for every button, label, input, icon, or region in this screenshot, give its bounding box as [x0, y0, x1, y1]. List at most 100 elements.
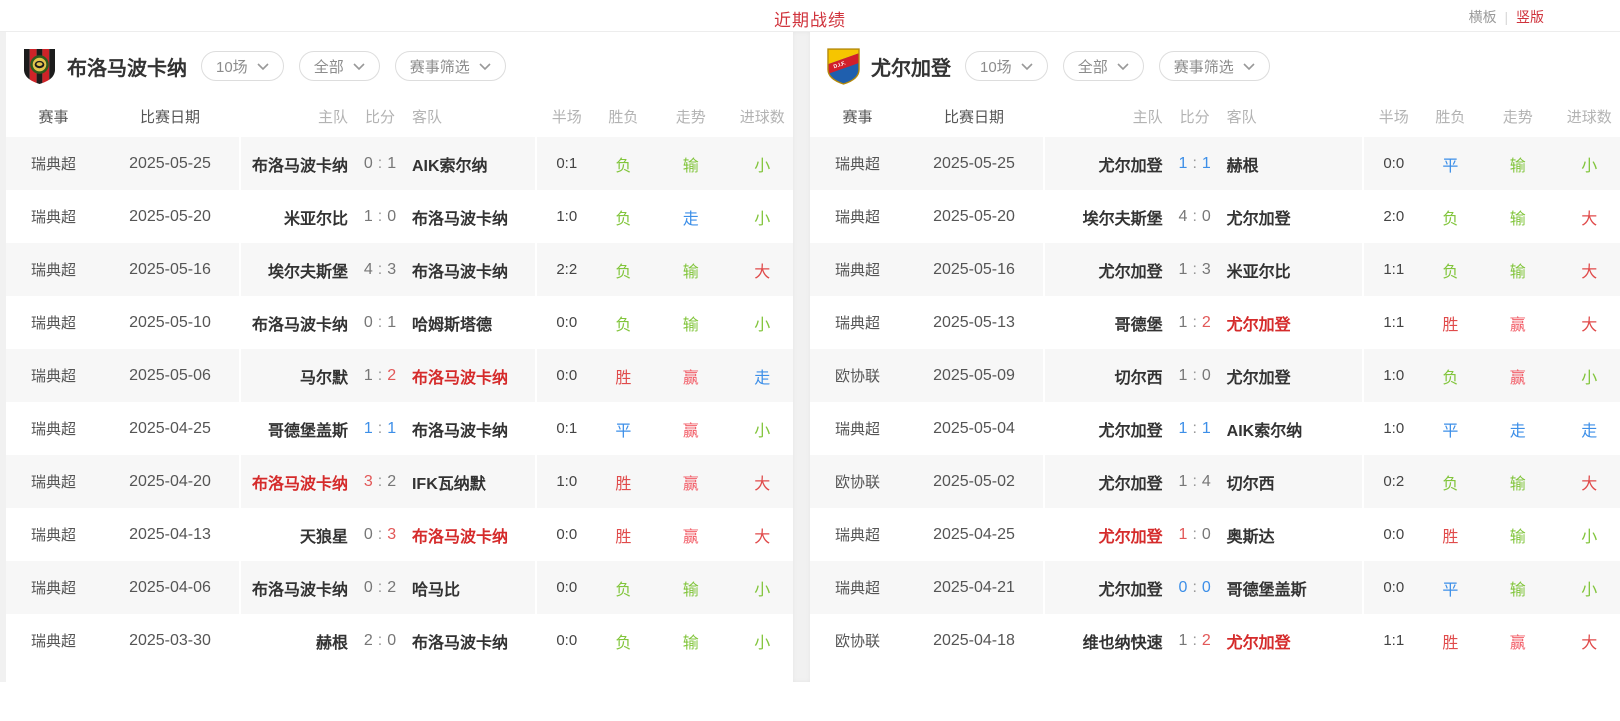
col-half: 半场	[1364, 106, 1424, 127]
score-colon: :	[378, 314, 382, 331]
match-row[interactable]: 瑞典超 2025-05-10 布洛马波卡纳 0:1 哈姆斯塔德 0:0 负 输 …	[6, 296, 793, 349]
match-row[interactable]: 瑞典超 2025-04-06 布洛马波卡纳 0:2 哈马比 0:0 负 输 小	[6, 561, 793, 614]
match-row[interactable]: 欧协联 2025-05-02 尤尔加登 1:4 切尔西 0:2 负 输 大	[810, 455, 1620, 508]
away-goals: 0	[387, 632, 396, 649]
home-team[interactable]: 哥德堡盖斯	[241, 417, 348, 441]
match-row[interactable]: 欧协联 2025-04-18 维也纳快速 1:2 尤尔加登 1:1 胜 赢 大	[810, 614, 1620, 667]
away-team[interactable]: 布洛马波卡纳	[412, 523, 535, 547]
home-team[interactable]: 布洛马波卡纳	[241, 470, 348, 494]
goals-over-under-badge: 走	[731, 364, 793, 388]
match-row[interactable]: 瑞典超 2025-05-20 米亚尔比 1:0 布洛马波卡纳 1:0 负 走 小	[6, 190, 793, 243]
final-score: 4:3	[348, 261, 412, 279]
match-row[interactable]: 瑞典超 2025-05-16 埃尔夫斯堡 4:3 布洛马波卡纳 2:2 负 输 …	[6, 243, 793, 296]
away-team[interactable]: 布洛马波卡纳	[412, 364, 535, 388]
home-team[interactable]: 尤尔加登	[1045, 470, 1163, 494]
match-row[interactable]: 瑞典超 2025-04-25 哥德堡盖斯 1:1 布洛马波卡纳 0:1 平 赢 …	[6, 402, 793, 455]
half-time-score: 1:1	[1364, 632, 1424, 649]
match-row[interactable]: 瑞典超 2025-05-16 尤尔加登 1:3 米亚尔比 1:1 负 输 大	[810, 243, 1620, 296]
away-team[interactable]: 切尔西	[1227, 470, 1362, 494]
away-goals: 0	[1202, 367, 1211, 384]
home-team[interactable]: 布洛马波卡纳	[241, 576, 348, 600]
half-time-score: 0:0	[537, 367, 597, 384]
match-row[interactable]: 瑞典超 2025-04-20 布洛马波卡纳 3:2 IFK瓦纳默 1:0 胜 赢…	[6, 455, 793, 508]
match-row[interactable]: 欧协联 2025-05-09 切尔西 1:0 尤尔加登 1:0 负 赢 小	[810, 349, 1620, 402]
away-team[interactable]: 布洛马波卡纳	[412, 417, 535, 441]
home-team[interactable]: 布洛马波卡纳	[241, 152, 348, 176]
home-team[interactable]: 切尔西	[1045, 364, 1163, 388]
away-goals: 3	[387, 261, 396, 278]
match-row[interactable]: 瑞典超 2025-05-13 哥德堡 1:2 尤尔加登 1:1 胜 赢 大	[810, 296, 1620, 349]
away-team[interactable]: 尤尔加登	[1227, 364, 1362, 388]
away-team[interactable]: 布洛马波卡纳	[412, 205, 535, 229]
match-count-dropdown[interactable]: 10场	[965, 51, 1048, 81]
home-team[interactable]: 埃尔夫斯堡	[241, 258, 348, 282]
score-colon: :	[1192, 473, 1196, 490]
goals-over-under-badge: 大	[1558, 629, 1620, 653]
score-colon: :	[1192, 420, 1196, 437]
home-team[interactable]: 尤尔加登	[1045, 417, 1163, 441]
half-time-score: 1:0	[537, 208, 597, 225]
match-row[interactable]: 瑞典超 2025-05-20 埃尔夫斯堡 4:0 尤尔加登 2:0 负 输 大	[810, 190, 1620, 243]
home-team[interactable]: 尤尔加登	[1045, 576, 1163, 600]
league-name: 瑞典超	[6, 630, 101, 651]
league-name: 瑞典超	[6, 312, 101, 333]
match-date: 2025-04-18	[905, 632, 1043, 650]
home-team[interactable]: 天狼星	[241, 523, 348, 547]
away-team[interactable]: 米亚尔比	[1227, 258, 1362, 282]
venue-filter-dropdown[interactable]: 全部	[1063, 51, 1144, 81]
goals-over-under-badge: 大	[1558, 258, 1620, 282]
score-colon: :	[1192, 314, 1196, 331]
goals-over-under-badge: 小	[731, 417, 793, 441]
final-score: 0:1	[348, 155, 412, 173]
away-team[interactable]: 奥斯达	[1227, 523, 1362, 547]
home-team[interactable]: 尤尔加登	[1045, 152, 1163, 176]
home-team[interactable]: 米亚尔比	[241, 205, 348, 229]
home-team[interactable]: 马尔默	[241, 364, 348, 388]
away-team[interactable]: AIK索尔纳	[1227, 417, 1362, 441]
match-row[interactable]: 瑞典超 2025-05-25 尤尔加登 1:1 赫根 0:0 平 输 小	[810, 137, 1620, 190]
away-team[interactable]: 尤尔加登	[1227, 311, 1362, 335]
home-team[interactable]: 埃尔夫斯堡	[1045, 205, 1163, 229]
home-team[interactable]: 哥德堡	[1045, 311, 1163, 335]
away-team[interactable]: 哈马比	[412, 576, 535, 600]
away-team[interactable]: 赫根	[1227, 152, 1362, 176]
away-team[interactable]: 布洛马波卡纳	[412, 258, 535, 282]
handicap-trend-badge: 赢	[1477, 629, 1558, 653]
match-row[interactable]: 瑞典超 2025-05-06 马尔默 1:2 布洛马波卡纳 0:0 胜 赢 走	[6, 349, 793, 402]
home-team[interactable]: 维也纳快速	[1045, 629, 1163, 653]
home-team[interactable]: 尤尔加登	[1045, 258, 1163, 282]
away-team[interactable]: 哈姆斯塔德	[412, 311, 535, 335]
league-name: 瑞典超	[6, 259, 101, 280]
match-date: 2025-05-02	[905, 473, 1043, 491]
final-score: 0:2	[348, 579, 412, 597]
competition-filter-dropdown[interactable]: 赛事筛选	[1159, 51, 1270, 81]
horizontal-view-link[interactable]: 横板	[1469, 9, 1497, 25]
away-team[interactable]: 布洛马波卡纳	[412, 629, 535, 653]
goals-over-under-badge: 大	[731, 523, 793, 547]
venue-filter-dropdown[interactable]: 全部	[299, 51, 380, 81]
competition-filter-dropdown[interactable]: 赛事筛选	[395, 51, 506, 81]
match-count-dropdown[interactable]: 10场	[201, 51, 284, 81]
away-team[interactable]: 尤尔加登	[1227, 629, 1362, 653]
match-row[interactable]: 瑞典超 2025-04-21 尤尔加登 0:0 哥德堡盖斯 0:0 平 输 小	[810, 561, 1620, 614]
goals-over-under-badge: 小	[731, 205, 793, 229]
away-goals: 1	[1202, 420, 1211, 437]
league-name: 瑞典超	[810, 577, 905, 598]
win-loss-badge: 胜	[597, 364, 651, 388]
home-team[interactable]: 尤尔加登	[1045, 523, 1163, 547]
match-row[interactable]: 瑞典超 2025-04-13 天狼星 0:3 布洛马波卡纳 0:0 胜 赢 大	[6, 508, 793, 561]
match-row[interactable]: 瑞典超 2025-03-30 赫根 2:0 布洛马波卡纳 0:0 负 输 小	[6, 614, 793, 667]
match-row[interactable]: 瑞典超 2025-05-04 尤尔加登 1:1 AIK索尔纳 1:0 平 走 走	[810, 402, 1620, 455]
panel-header: 布洛马波卡纳 10场 全部 赛事筛选	[6, 45, 793, 87]
match-row[interactable]: 瑞典超 2025-05-25 布洛马波卡纳 0:1 AIK索尔纳 0:1 负 输…	[6, 137, 793, 190]
away-team[interactable]: IFK瓦纳默	[412, 470, 535, 494]
home-team[interactable]: 赫根	[241, 629, 348, 653]
home-team[interactable]: 布洛马波卡纳	[241, 311, 348, 335]
team-name: 布洛马波卡纳	[67, 52, 187, 81]
away-team[interactable]: AIK索尔纳	[412, 152, 535, 176]
vertical-view-link[interactable]: 竖版	[1516, 9, 1544, 25]
match-row[interactable]: 瑞典超 2025-04-25 尤尔加登 1:0 奥斯达 0:0 胜 输 小	[810, 508, 1620, 561]
win-loss-badge: 胜	[1424, 311, 1478, 335]
away-team[interactable]: 哥德堡盖斯	[1227, 576, 1362, 600]
away-team[interactable]: 尤尔加登	[1227, 205, 1362, 229]
